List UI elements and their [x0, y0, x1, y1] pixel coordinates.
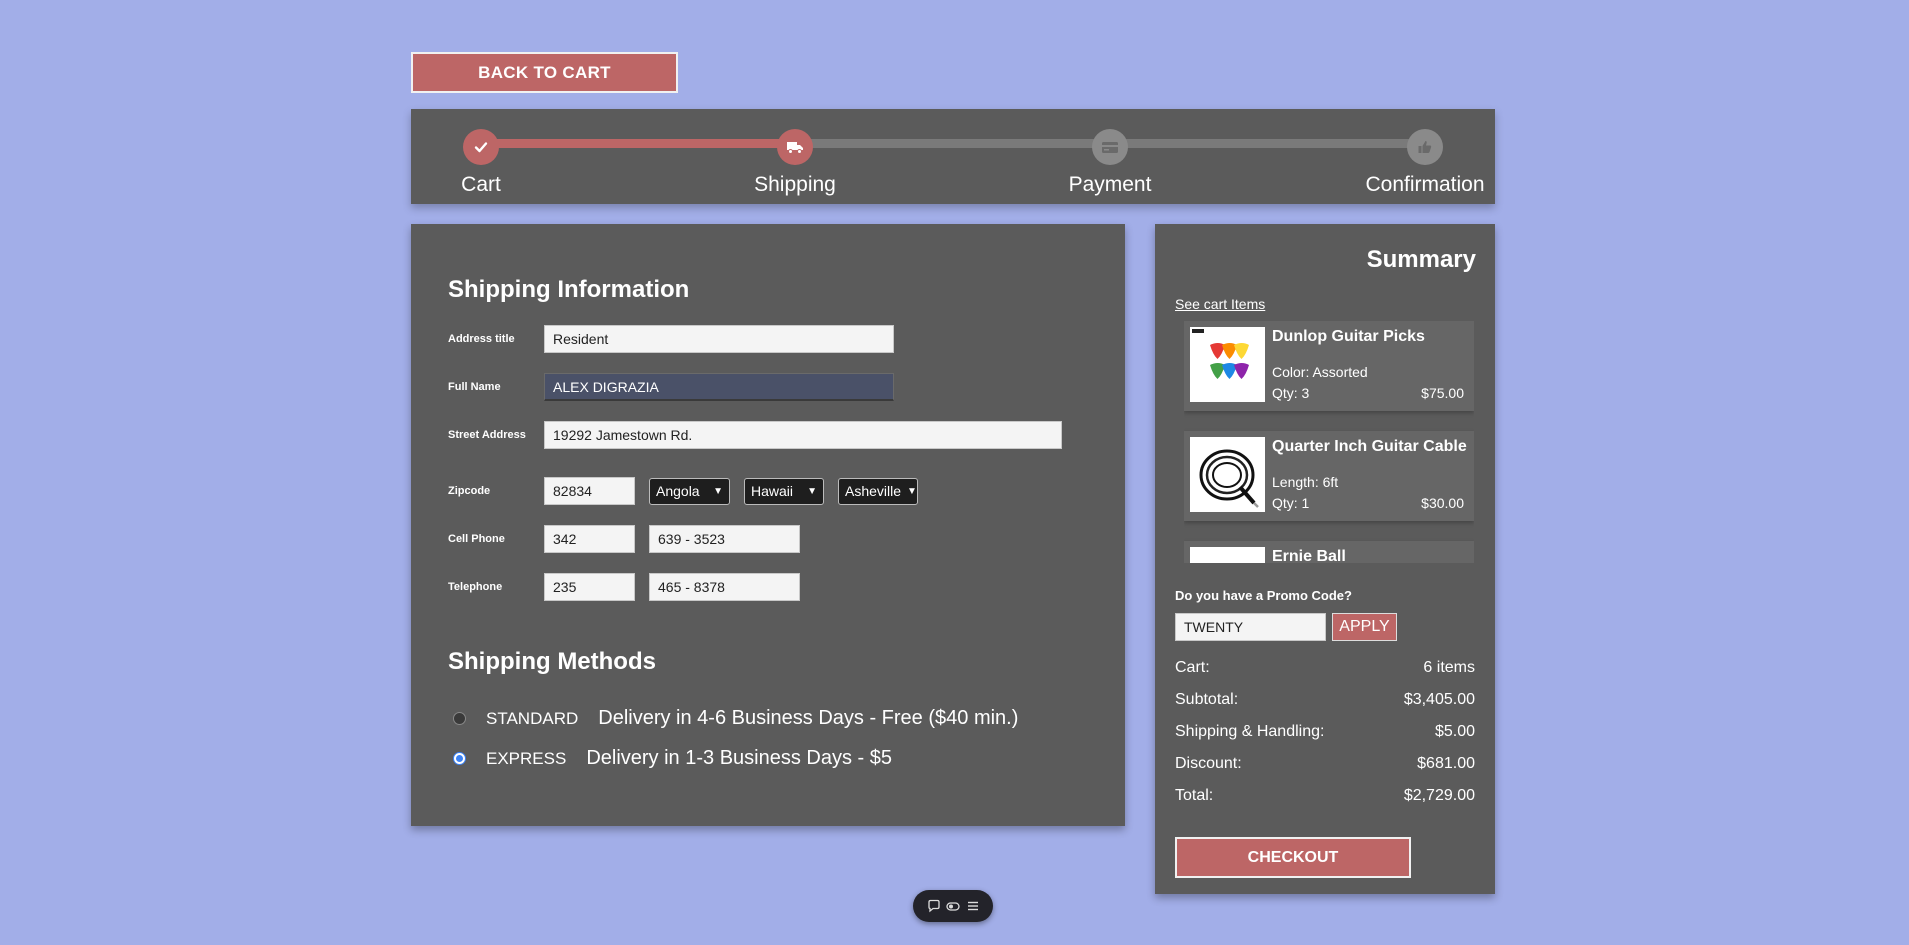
total-label: Discount:	[1175, 755, 1242, 772]
see-cart-items-link[interactable]: See cart Items	[1175, 296, 1265, 312]
cart-item: Ernie Ball	[1184, 541, 1474, 563]
cart-count-row: Cart: 6 items	[1175, 659, 1475, 677]
street-address-label: Street Address	[448, 428, 526, 441]
cell-phone-row: Cell Phone 342 639 - 3523	[448, 525, 800, 553]
discount-row: Discount: $681.00	[1175, 755, 1475, 773]
shipping-panel: Shipping Information Address title Resid…	[411, 224, 1125, 826]
chevron-down-icon: ▼	[807, 485, 817, 497]
address-title-input[interactable]: Resident	[544, 325, 894, 353]
floating-toolbar	[913, 890, 993, 922]
cart-item: Dunlop Guitar Picks Color: Assorted Qty:…	[1184, 321, 1474, 411]
total-value: $681.00	[1417, 755, 1475, 772]
chevron-down-icon: ▼	[713, 485, 723, 497]
telephone-label: Telephone	[448, 580, 503, 593]
state-select[interactable]: Hawaii ▼	[744, 477, 824, 505]
subtotal-row: Subtotal: $3,405.00	[1175, 691, 1475, 709]
credit-card-icon	[1092, 129, 1128, 165]
checkout-button[interactable]: CHECKOUT	[1175, 837, 1411, 878]
standard-radio[interactable]	[453, 712, 466, 725]
zipcode-input[interactable]: 82834	[544, 477, 635, 505]
summary-panel: Summary See cart Items Dunlop Guitar Pic…	[1155, 224, 1495, 894]
grand-total-row: Total: $2,729.00	[1175, 787, 1475, 805]
comment-icon[interactable]	[927, 899, 941, 913]
total-label: Cart:	[1175, 659, 1210, 676]
item-quantity: Qty: 3	[1272, 385, 1310, 401]
item-price: $75.00	[1421, 385, 1464, 401]
cell-area-input[interactable]: 342	[544, 525, 635, 553]
country-select[interactable]: Angola ▼	[649, 477, 730, 505]
shipping-info-title: Shipping Information	[448, 276, 690, 303]
cell-phone-label: Cell Phone	[448, 532, 505, 545]
menu-icon[interactable]	[966, 899, 980, 913]
step-payment[interactable]: Payment	[1040, 109, 1180, 197]
shipping-handling-row: Shipping & Handling: $5.00	[1175, 723, 1475, 741]
cart-items-list[interactable]: Dunlop Guitar Picks Color: Assorted Qty:…	[1184, 321, 1474, 563]
address-title-label: Address title	[448, 332, 515, 345]
total-value: $5.00	[1434, 723, 1475, 740]
telephone-area-input[interactable]: 235	[544, 573, 635, 601]
item-attribute: Length: 6ft	[1272, 474, 1339, 490]
full-name-label: Full Name	[448, 380, 501, 393]
zipcode-row: Zipcode 82834 Angola ▼ Hawaii ▼ Ashevill…	[448, 477, 918, 505]
step-shipping[interactable]: Shipping	[725, 109, 865, 197]
step-label-shipping: Shipping	[754, 173, 836, 196]
express-radio[interactable]	[453, 752, 466, 765]
checkout-progress: Cart Shipping Payment Confirmation	[411, 109, 1495, 204]
guitar-picks-image	[1190, 327, 1265, 402]
strings-image	[1190, 547, 1265, 563]
express-desc: Delivery in 1-3 Business Days - $5	[586, 747, 892, 769]
telephone-number-input[interactable]: 465 - 8378	[649, 573, 800, 601]
total-label: Total:	[1175, 787, 1214, 804]
chevron-down-icon: ▼	[907, 485, 917, 497]
toggle-icon[interactable]	[946, 899, 960, 913]
street-address-input[interactable]: 19292 Jamestown Rd.	[544, 421, 1062, 449]
step-label-cart: Cart	[461, 173, 501, 196]
item-name: Quarter Inch Guitar Cable	[1272, 438, 1467, 455]
promo-code-label: Do you have a Promo Code?	[1175, 588, 1352, 603]
express-name: EXPRESS	[486, 748, 567, 768]
step-cart[interactable]: Cart	[411, 109, 551, 197]
item-name: Ernie Ball	[1272, 548, 1346, 563]
country-select-value: Angola	[656, 483, 700, 499]
item-quantity: Qty: 1	[1272, 495, 1310, 511]
total-value: $3,405.00	[1403, 691, 1475, 708]
address-title-row: Address title Resident	[448, 325, 894, 353]
street-address-row: Street Address 19292 Jamestown Rd.	[448, 421, 1062, 449]
item-name: Dunlop Guitar Picks	[1272, 328, 1425, 345]
guitar-cable-image	[1190, 437, 1265, 512]
thumbs-up-icon	[1407, 129, 1443, 165]
total-label: Subtotal:	[1175, 691, 1239, 708]
total-value: $2,729.00	[1403, 787, 1475, 804]
summary-title: Summary	[1366, 246, 1476, 273]
item-price: $30.00	[1421, 495, 1464, 511]
check-icon	[463, 129, 499, 165]
promo-code-input[interactable]: TWENTY	[1175, 613, 1326, 641]
state-select-value: Hawaii	[751, 483, 794, 499]
total-label: Shipping & Handling:	[1175, 723, 1325, 740]
item-attribute: Color: Assorted	[1272, 364, 1368, 380]
zipcode-label: Zipcode	[448, 484, 491, 497]
step-label-payment: Payment	[1068, 173, 1152, 196]
city-select-value: Asheville	[845, 483, 902, 499]
truck-icon	[777, 129, 813, 165]
method-express[interactable]: EXPRESS Delivery in 1-3 Business Days - …	[453, 747, 892, 770]
full-name-row: Full Name ALEX DIGRAZIA	[448, 373, 894, 401]
step-confirmation[interactable]: Confirmation	[1355, 109, 1495, 197]
telephone-row: Telephone 235 465 - 8378	[448, 573, 800, 601]
step-label-confirmation: Confirmation	[1365, 173, 1485, 196]
cart-item: Quarter Inch Guitar Cable Length: 6ft Qt…	[1184, 431, 1474, 521]
total-value: 6 items	[1423, 659, 1475, 676]
standard-desc: Delivery in 4-6 Business Days - Free ($4…	[598, 707, 1019, 729]
city-select[interactable]: Asheville ▼	[838, 477, 918, 505]
method-standard[interactable]: STANDARD Delivery in 4-6 Business Days -…	[453, 707, 1018, 730]
standard-name: STANDARD	[486, 708, 579, 728]
back-to-cart-button[interactable]: BACK TO CART	[411, 52, 678, 93]
apply-promo-button[interactable]: APPLY	[1332, 613, 1397, 641]
cell-number-input[interactable]: 639 - 3523	[649, 525, 800, 553]
full-name-input[interactable]: ALEX DIGRAZIA	[544, 373, 894, 401]
shipping-methods-title: Shipping Methods	[448, 648, 656, 675]
